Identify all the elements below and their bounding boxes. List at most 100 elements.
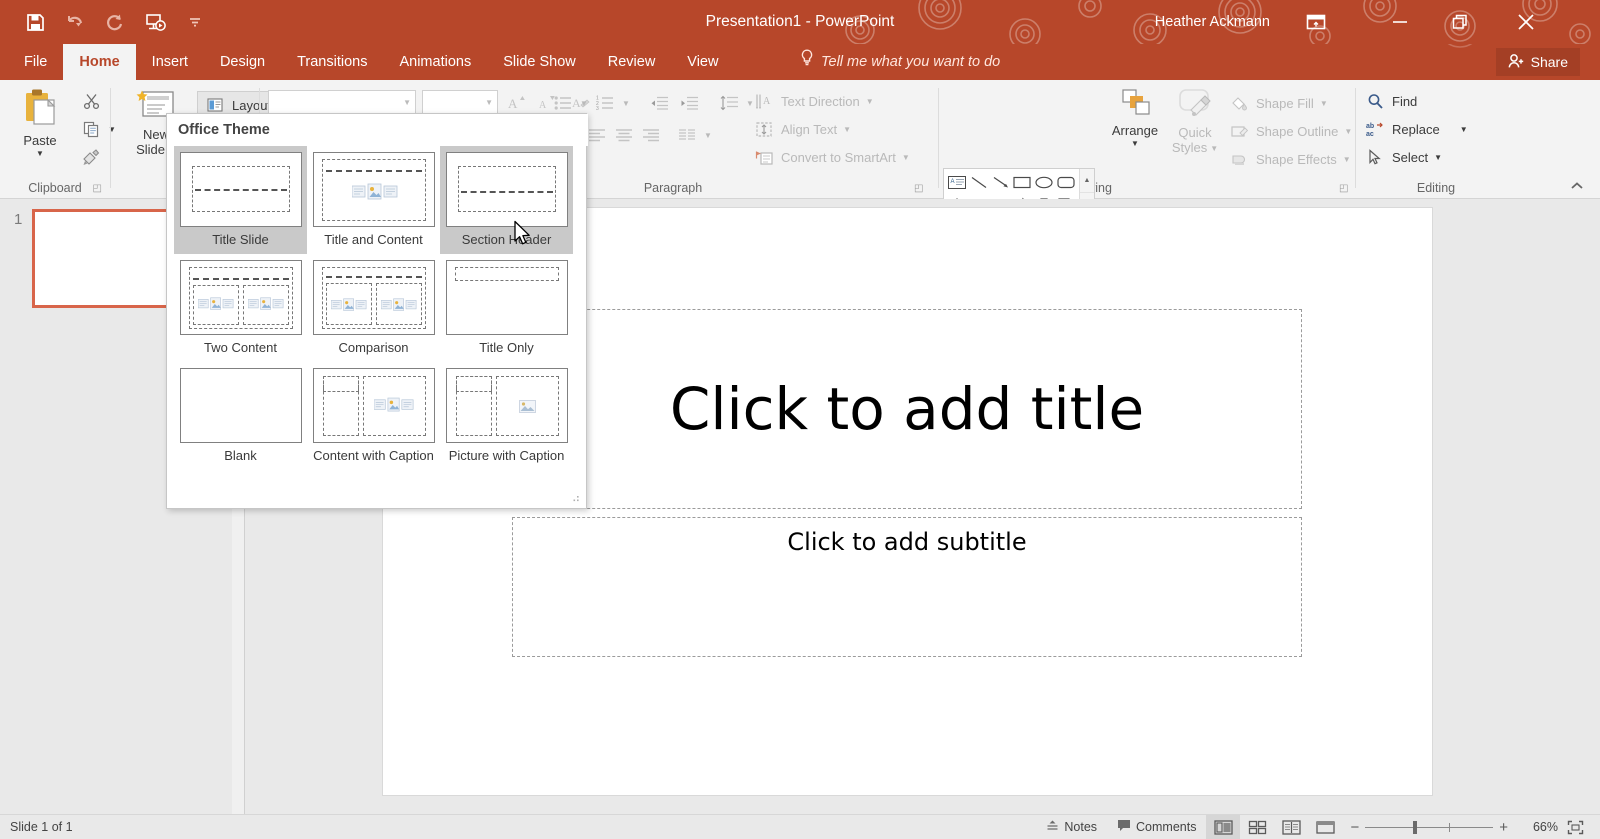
layout-item-title-only[interactable]: Title Only xyxy=(440,254,573,362)
slide-show-button[interactable] xyxy=(1308,815,1342,839)
comments-button[interactable]: Comments xyxy=(1107,815,1206,839)
tab-view[interactable]: View xyxy=(671,44,734,80)
rectangle-shape[interactable] xyxy=(1012,171,1034,194)
columns-button[interactable]: ▼ xyxy=(676,124,712,146)
align-right-button[interactable] xyxy=(640,124,662,146)
shape-effects-chevron-down-icon[interactable]: ▼ xyxy=(1343,155,1351,164)
layout-item-blank[interactable]: Blank xyxy=(174,362,307,470)
align-left-button[interactable] xyxy=(586,124,608,146)
zoom-out-button[interactable]: − xyxy=(1350,819,1359,836)
minimize-button[interactable] xyxy=(1372,0,1428,44)
arrow-shape[interactable] xyxy=(990,171,1012,194)
maximize-restore-button[interactable] xyxy=(1432,0,1488,44)
quick-styles-chevron-down-icon[interactable]: ▼ xyxy=(1210,144,1218,153)
reading-view-button[interactable] xyxy=(1274,815,1308,839)
title-placeholder[interactable]: Click to add title xyxy=(512,309,1302,509)
layout-dropdown-gallery[interactable]: Office Theme Title Slide Title and Conte… xyxy=(166,113,588,509)
tab-insert[interactable]: Insert xyxy=(136,44,204,80)
layout-item-two-content[interactable]: Two Content xyxy=(174,254,307,362)
shape-outline-chevron-down-icon[interactable]: ▼ xyxy=(1344,127,1352,136)
collapse-ribbon-button[interactable] xyxy=(1570,180,1584,194)
select-chevron-down-icon[interactable]: ▼ xyxy=(1434,153,1442,162)
numbering-chevron-down-icon[interactable]: ▼ xyxy=(622,99,630,108)
layout-item-picture-with-caption[interactable]: Picture with Caption xyxy=(440,362,573,470)
tab-animations[interactable]: Animations xyxy=(383,44,487,80)
line-spacing-button[interactable]: ▼ xyxy=(718,92,754,114)
replace-button[interactable]: ab ac Replace ▼ xyxy=(1364,118,1468,140)
account-name[interactable]: Heather Ackmann xyxy=(1155,0,1270,44)
decrease-indent-button[interactable] xyxy=(648,92,670,114)
replace-chevron-down-icon[interactable]: ▼ xyxy=(1460,125,1468,134)
shapes-scroll-up-icon[interactable]: ▲ xyxy=(1080,169,1094,192)
zoom-track[interactable] xyxy=(1365,820,1494,834)
scissors-icon xyxy=(80,90,102,112)
drawing-dialog-launcher[interactable]: ◰ xyxy=(1339,183,1348,194)
paragraph-dialog-launcher[interactable]: ◰ xyxy=(914,183,923,194)
increase-indent-button[interactable] xyxy=(678,92,700,114)
clipboard-dialog-launcher[interactable]: ◰ xyxy=(93,183,102,194)
tab-file[interactable]: File xyxy=(8,44,63,80)
zoom-thumb[interactable] xyxy=(1413,820,1418,834)
font-size-chevron-down-icon[interactable]: ▼ xyxy=(485,98,493,107)
find-button[interactable]: Find xyxy=(1364,90,1417,112)
tab-transitions[interactable]: Transitions xyxy=(281,44,383,80)
convert-to-smartart-button[interactable]: Convert to SmartArt ▼ xyxy=(753,146,910,168)
columns-chevron-down-icon[interactable]: ▼ xyxy=(704,131,712,140)
arrange-button[interactable]: Arrange ▼ xyxy=(1104,88,1166,148)
align-text-chevron-down-icon[interactable]: ▼ xyxy=(843,125,851,134)
new-slide-line2: Slide xyxy=(136,141,165,157)
layout-item-comparison[interactable]: Comparison xyxy=(307,254,440,362)
arrange-chevron-down-icon[interactable]: ▼ xyxy=(1131,139,1139,148)
layout-item-content-with-caption[interactable]: Content with Caption xyxy=(307,362,440,470)
shape-fill-chevron-down-icon[interactable]: ▼ xyxy=(1320,99,1328,108)
bullets-chevron-down-icon[interactable]: ▼ xyxy=(580,99,588,108)
rounded-rectangle-shape[interactable] xyxy=(1055,171,1077,194)
font-size-combo[interactable]: ▼ xyxy=(422,90,498,114)
quick-styles-button[interactable]: Quick Styles ▼ xyxy=(1164,88,1226,156)
font-name-chevron-down-icon[interactable]: ▼ xyxy=(403,98,411,107)
text-box-shape[interactable]: A xyxy=(946,171,968,194)
align-text-button[interactable]: Align Text ▼ xyxy=(753,118,851,140)
text-direction-chevron-down-icon[interactable]: ▼ xyxy=(866,97,874,106)
zoom-level[interactable]: 66% xyxy=(1516,820,1558,834)
notes-button[interactable]: Notes xyxy=(1036,815,1107,839)
layout-item-section-header[interactable]: Section Header xyxy=(440,146,573,254)
text-direction-button[interactable]: A Text Direction ▼ xyxy=(753,90,874,112)
subtitle-placeholder[interactable]: Click to add subtitle xyxy=(512,517,1302,657)
tab-slide-show[interactable]: Slide Show xyxy=(487,44,592,80)
text-direction-icon: A xyxy=(753,90,775,112)
oval-shape[interactable] xyxy=(1033,171,1055,194)
tab-design[interactable]: Design xyxy=(204,44,281,80)
shape-effects-button[interactable]: Shape Effects ▼ xyxy=(1228,148,1351,170)
close-button[interactable] xyxy=(1498,0,1554,44)
zoom-in-button[interactable]: + xyxy=(1499,819,1508,836)
select-button[interactable]: Select ▼ xyxy=(1364,146,1442,168)
increase-font-size-button[interactable]: A xyxy=(506,92,528,114)
slide-sorter-view-button[interactable] xyxy=(1240,815,1274,839)
layout-item-title-and-content[interactable]: Title and Content xyxy=(307,146,440,254)
shape-outline-button[interactable]: Shape Outline ▼ xyxy=(1228,120,1352,142)
smartart-chevron-down-icon[interactable]: ▼ xyxy=(902,153,910,162)
tab-home[interactable]: Home xyxy=(63,44,136,80)
tab-review[interactable]: Review xyxy=(592,44,672,80)
tell-me-search[interactable]: Tell me what you want to do xyxy=(800,44,1000,80)
comment-icon xyxy=(1117,819,1131,835)
zoom-slider[interactable]: − + xyxy=(1342,819,1516,836)
line-shape[interactable] xyxy=(968,171,990,194)
paste-button[interactable]: Paste ▼ xyxy=(10,88,70,158)
ribbon-display-options-icon[interactable] xyxy=(1304,11,1328,33)
bullets-button[interactable]: ▼ xyxy=(552,92,588,114)
layout-item-title-slide[interactable]: Title Slide xyxy=(174,146,307,254)
format-painter-button[interactable] xyxy=(80,146,102,168)
ribbon-group-clipboard: Paste ▼ ▼ Clipboard ◰ xyxy=(0,80,116,198)
font-name-combo[interactable]: ▼ xyxy=(268,90,416,114)
cut-button[interactable] xyxy=(80,90,102,112)
share-button[interactable]: Share xyxy=(1495,48,1580,76)
paste-chevron-down-icon[interactable]: ▼ xyxy=(36,149,44,158)
normal-view-button[interactable] xyxy=(1206,814,1241,839)
align-center-button[interactable] xyxy=(613,124,635,146)
shape-fill-button[interactable]: Shape Fill ▼ xyxy=(1228,92,1328,114)
numbering-button[interactable]: 123 ▼ xyxy=(594,92,630,114)
resize-grip-icon[interactable] xyxy=(571,494,581,504)
fit-to-window-button[interactable] xyxy=(1558,815,1592,839)
